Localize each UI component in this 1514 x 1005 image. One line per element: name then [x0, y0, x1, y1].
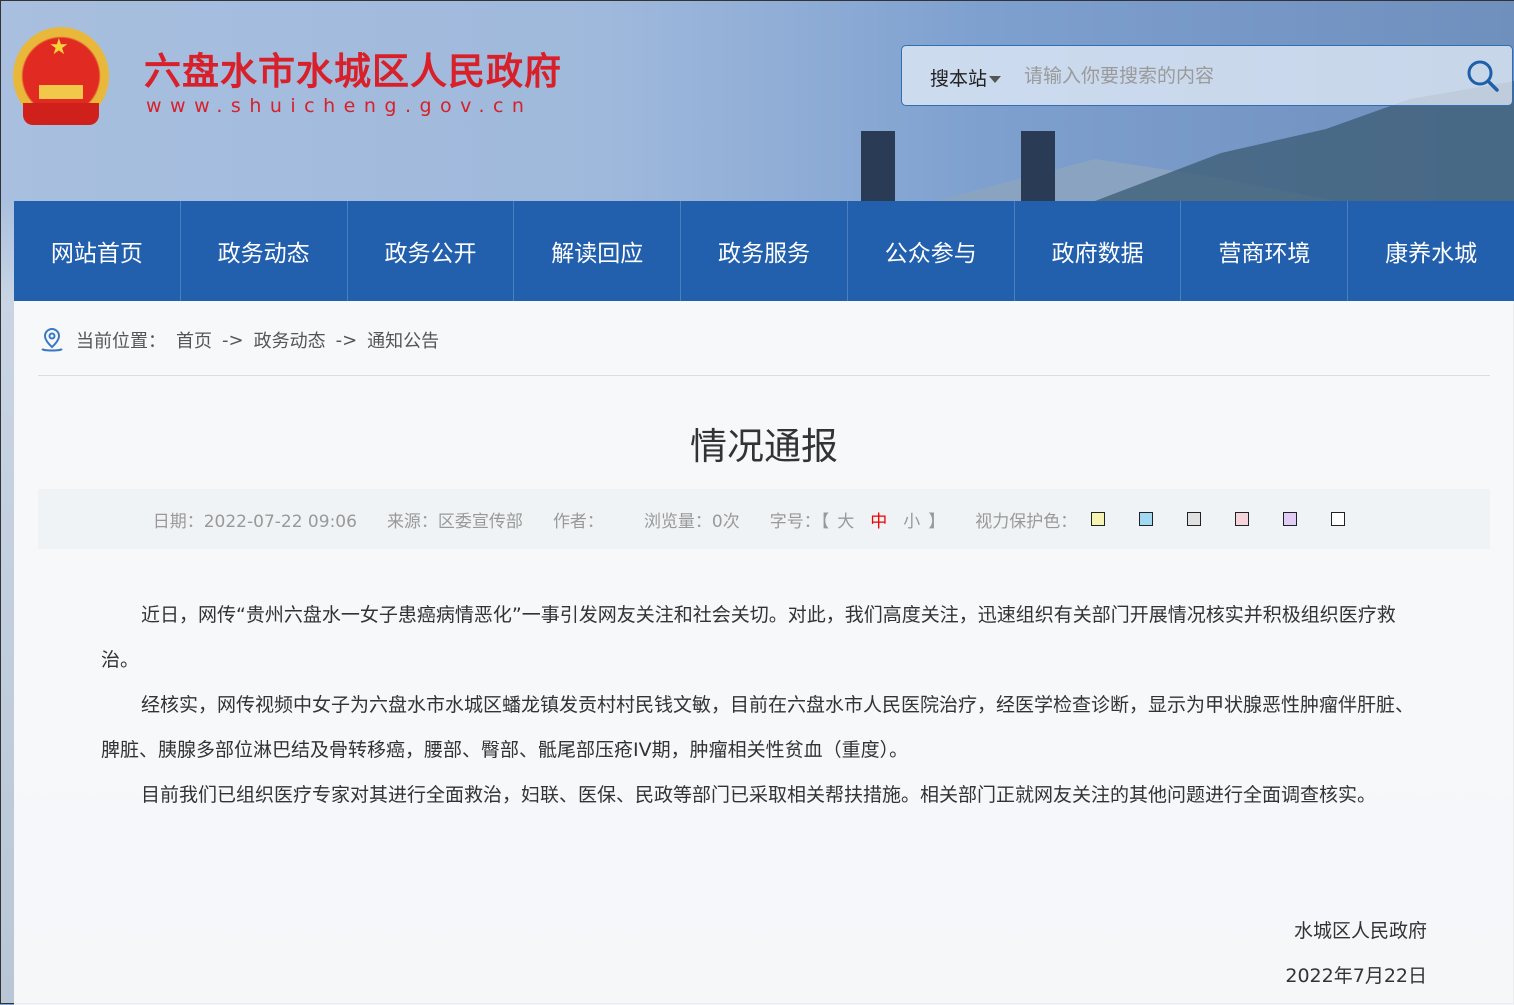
breadcrumb-news[interactable]: 政务动态	[254, 327, 326, 353]
caret-down-icon	[989, 76, 1002, 83]
breadcrumb: 当前位置： 首页 -> 政务动态 -> 通知公告	[38, 326, 439, 354]
site-url: www.shuicheng.gov.cn	[146, 95, 533, 117]
search-icon[interactable]	[1466, 59, 1500, 93]
search-input[interactable]	[1024, 60, 1444, 92]
divider	[38, 375, 1490, 376]
meta-date: 日期：2022-07-22 09:06	[152, 511, 357, 532]
main-nav: 网站首页 政务动态 政务公开 解读回应 政务服务 公众参与 政府数据 营商环境 …	[14, 201, 1514, 301]
meta-views: 浏览量：0次	[643, 511, 740, 532]
breadcrumb-notices[interactable]: 通知公告	[367, 327, 439, 353]
search-scope-dropdown[interactable]: 搜本站	[930, 64, 1002, 91]
search-scope-label: 搜本站	[930, 68, 988, 90]
meta-font-size: 字号：【大中小】	[770, 507, 946, 532]
site-title[interactable]: 六盘水市水城区人民政府	[144, 41, 562, 95]
nav-item-news[interactable]: 政务动态	[181, 201, 348, 301]
nav-item-home[interactable]: 网站首页	[14, 201, 181, 301]
font-small-button[interactable]: 小	[903, 512, 920, 532]
eye-color-blue[interactable]	[1139, 512, 1154, 526]
eye-color-yellow[interactable]	[1091, 512, 1106, 526]
meta-source: 来源：区委宣传部	[386, 511, 523, 532]
search-box: 搜本站	[901, 45, 1513, 106]
article-paragraph: 经核实，网传视频中女子为六盘水市水城区蟠龙镇发贡村村民钱文敏，目前在六盘水市人民…	[101, 694, 1415, 761]
nav-item-interpretation[interactable]: 解读回应	[514, 201, 682, 301]
signature-date: 2022年7月22日	[1285, 965, 1427, 987]
national-emblem-logo[interactable]: ★	[13, 27, 109, 125]
signature-org: 水城区人民政府	[1293, 920, 1427, 942]
article-paragraph: 目前我们已组织医疗专家对其进行全面救治，妇联、医保、民政等部门已采取相关帮扶措施…	[141, 784, 1377, 806]
nav-item-disclosure[interactable]: 政务公开	[348, 201, 515, 301]
bracket: 【	[820, 511, 830, 532]
article-body: 近日，网传“贵州六盘水一女子患癌病情恶化”一事引发网友关注和社会关切。对此，我们…	[101, 593, 1427, 818]
article-meta: 日期：2022-07-22 09:06 来源：区委宣传部 作者： 浏览量：0次 …	[38, 489, 1490, 549]
site-header: ★ 六盘水市水城区人民政府 www.shuicheng.gov.cn 搜本站	[1, 1, 1514, 201]
article-container: 当前位置： 首页 -> 政务动态 -> 通知公告 情况通报 日期：2022-07…	[14, 301, 1514, 1005]
location-pin-icon	[41, 327, 63, 352]
bridge-tower-decoration	[1021, 131, 1055, 201]
font-large-button[interactable]: 大	[837, 512, 854, 532]
eye-color-pink[interactable]	[1235, 512, 1250, 526]
eye-color-purple[interactable]	[1283, 512, 1298, 526]
article-signature: 水城区人民政府 2022年7月22日	[1285, 909, 1427, 999]
nav-item-participation[interactable]: 公众参与	[848, 201, 1015, 301]
nav-item-business[interactable]: 营商环境	[1181, 201, 1349, 301]
breadcrumb-separator: ->	[222, 329, 244, 351]
nav-item-data[interactable]: 政府数据	[1015, 201, 1182, 301]
breadcrumb-separator: ->	[335, 329, 358, 351]
meta-author: 作者：	[552, 511, 604, 532]
article-paragraph: 近日，网传“贵州六盘水一女子患癌病情恶化”一事引发网友关注和社会关切。对此，我们…	[101, 604, 1396, 671]
eye-protection-label: 视力保护色：	[975, 511, 1078, 532]
font-size-label: 字号：	[769, 511, 821, 532]
breadcrumb-home[interactable]: 首页	[176, 327, 212, 353]
eye-color-gray[interactable]	[1187, 512, 1202, 526]
bridge-tower-decoration	[861, 131, 895, 201]
nav-item-services[interactable]: 政务服务	[681, 201, 848, 301]
breadcrumb-label: 当前位置：	[76, 331, 166, 352]
bracket: 】	[928, 511, 946, 532]
eye-color-white[interactable]	[1331, 512, 1346, 526]
article-title: 情况通报	[690, 425, 838, 468]
font-medium-button[interactable]: 中	[870, 512, 887, 532]
nav-item-wellness[interactable]: 康养水城	[1348, 201, 1514, 301]
